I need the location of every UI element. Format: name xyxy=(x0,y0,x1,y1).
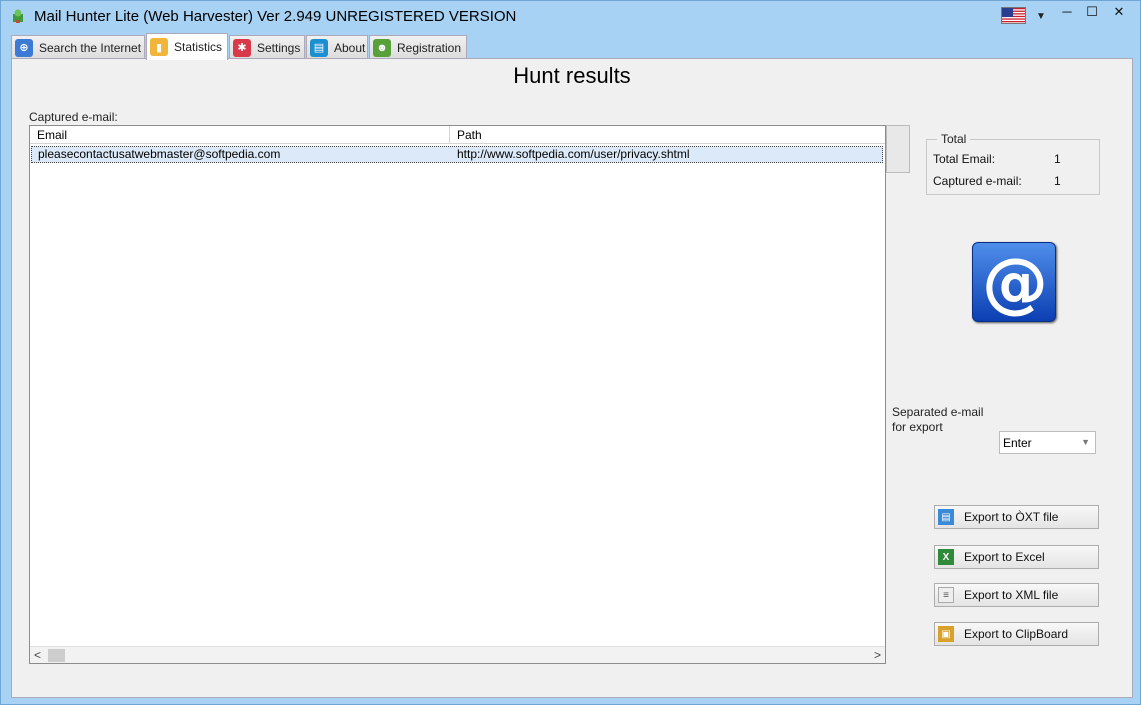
horizontal-scrollbar[interactable]: < > xyxy=(30,646,885,663)
tab-label: Settings xyxy=(257,40,301,55)
text-file-icon: ▤ xyxy=(938,509,954,525)
export-clipboard-label: Export to ClipBoard xyxy=(964,627,1069,641)
book-icon: ▤ xyxy=(310,38,328,57)
separator-select[interactable]: Enter ▼ xyxy=(999,431,1096,454)
scroll-right-icon[interactable]: > xyxy=(874,648,881,662)
tab-label: About xyxy=(334,40,366,55)
tab-label: Registration xyxy=(397,40,462,55)
separator-selected-value: Enter xyxy=(1003,436,1032,450)
close-button[interactable]: ✕ xyxy=(1105,3,1133,23)
export-clipboard-button[interactable]: ▣ Export to ClipBoard xyxy=(934,622,1099,646)
export-xml-button[interactable]: ≡ Export to XML file xyxy=(934,583,1099,607)
tab-registration[interactable]: ☻ Registration xyxy=(369,35,467,59)
app-icon xyxy=(13,9,23,23)
total-legend: Total xyxy=(937,132,971,146)
cell-email: pleasecontactusatwebmaster@softpedia.com xyxy=(38,147,281,161)
results-table[interactable]: Email Path pleasecontactusatwebmaster@so… xyxy=(29,125,886,664)
maximize-button[interactable]: ☐ xyxy=(1080,3,1104,23)
total-group: Total Total Email: 1 Captured e-mail: 1 xyxy=(926,132,1100,195)
export-excel-label: Export to Excel xyxy=(964,550,1045,564)
page-title: Hunt results xyxy=(513,63,631,88)
total-email-value: 1 xyxy=(1054,152,1061,166)
at-sign-logo-icon: @ xyxy=(972,242,1056,322)
scroll-left-icon[interactable]: < xyxy=(34,648,41,662)
language-dropdown-icon[interactable]: ▼ xyxy=(1034,11,1048,23)
separator-label-line2: for export xyxy=(892,420,943,434)
gear-icon: ✱ xyxy=(233,38,251,57)
export-excel-button[interactable]: X Export to Excel xyxy=(934,545,1099,569)
table-header: Email Path xyxy=(30,126,885,144)
total-email-label: Total Email: xyxy=(933,152,996,166)
statistics-icon: ▮ xyxy=(150,38,168,56)
scrollbar-thumb[interactable] xyxy=(48,649,65,662)
captured-email-value: 1 xyxy=(1054,174,1061,188)
clipboard-icon: ▣ xyxy=(938,626,954,642)
column-header-path[interactable]: Path xyxy=(450,126,885,144)
separator-label: Separated e-mail for export xyxy=(892,405,983,435)
at-symbol: @ xyxy=(982,244,1048,321)
export-txt-label: Export to ÒXT file xyxy=(964,510,1059,524)
captured-email-row: Captured e-mail: 1 xyxy=(933,174,1061,188)
app-window: Mail Hunter Lite (Web Harvester) Ver 2.9… xyxy=(0,0,1141,705)
cell-path: http://www.softpedia.com/user/privacy.sh… xyxy=(457,147,690,161)
table-side-button[interactable] xyxy=(886,125,910,173)
captured-email-label: Captured e-mail: xyxy=(29,110,118,124)
us-flag-icon[interactable] xyxy=(1001,7,1026,24)
globe-icon: ⊕ xyxy=(15,38,33,57)
export-txt-button[interactable]: ▤ Export to ÒXT file xyxy=(934,505,1099,529)
window-title: Mail Hunter Lite (Web Harvester) Ver 2.9… xyxy=(34,8,517,25)
tab-search-the-internet[interactable]: ⊕ Search the Internet xyxy=(11,35,145,59)
minimize-button[interactable]: ─ xyxy=(1055,3,1079,23)
tab-label: Statistics xyxy=(174,40,223,54)
tab-settings[interactable]: ✱ Settings xyxy=(229,35,305,59)
statistics-panel: Hunt results Captured e-mail: Email Path… xyxy=(11,58,1133,698)
title-bar: Mail Hunter Lite (Web Harvester) Ver 2.9… xyxy=(1,1,1140,32)
tab-label: Search the Internet xyxy=(39,40,142,55)
table-row[interactable]: pleasecontactusatwebmaster@softpedia.com… xyxy=(31,146,883,163)
user-icon: ☻ xyxy=(373,38,391,57)
captured-email-count-label: Captured e-mail: xyxy=(933,174,1022,188)
tab-statistics[interactable]: ▮ Statistics xyxy=(146,33,228,60)
tab-about[interactable]: ▤ About xyxy=(306,35,368,59)
chevron-down-icon: ▼ xyxy=(1081,437,1090,447)
separator-label-line1: Separated e-mail xyxy=(892,405,984,419)
xml-file-icon: ≡ xyxy=(938,587,954,603)
column-header-email[interactable]: Email xyxy=(30,126,450,144)
excel-icon: X xyxy=(938,549,954,565)
total-email-row: Total Email: 1 xyxy=(933,152,1061,166)
export-xml-label: Export to XML file xyxy=(964,588,1059,602)
tab-bar: ⊕ Search the Internet ▮ Statistics ✱ Set… xyxy=(11,33,471,60)
